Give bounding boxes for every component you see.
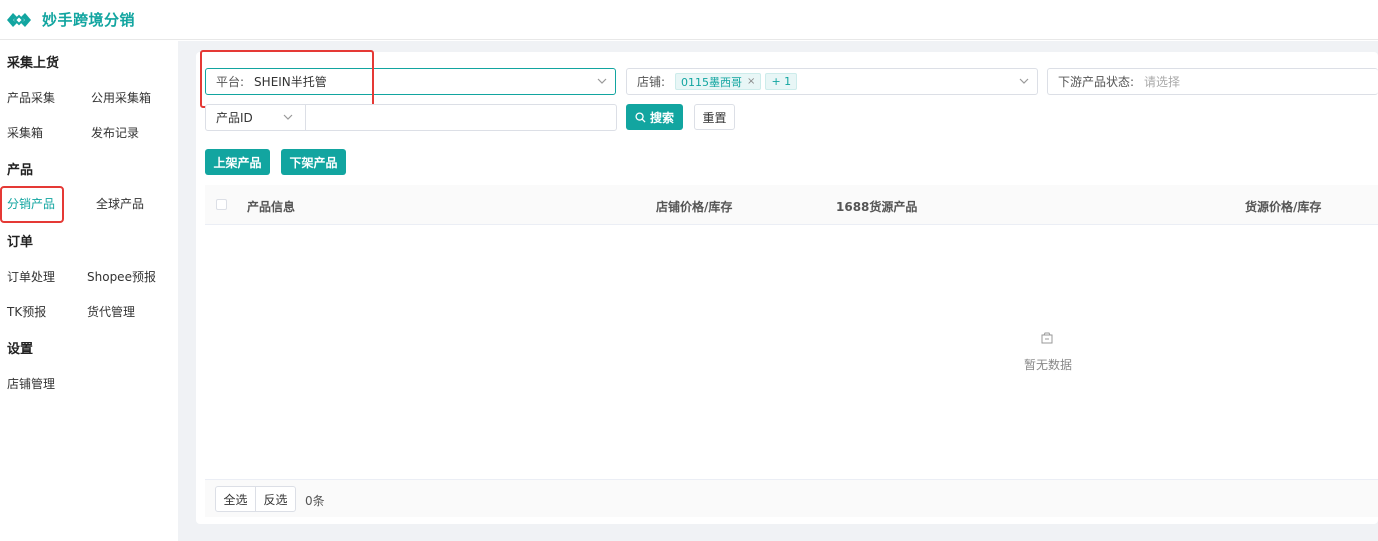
sidebar-item-product-collect[interactable]: 产品采集 xyxy=(7,89,55,106)
sidebar-item-tk-forecast[interactable]: TK预报 xyxy=(7,303,46,320)
store-more-tag: + 1 xyxy=(765,73,798,90)
close-icon[interactable]: × xyxy=(747,76,755,87)
sidebar: 采集上货 产品采集 公用采集箱 采集箱 发布记录 产品 分销产品 全球产品 订单… xyxy=(0,41,178,541)
search-button[interactable]: 搜索 xyxy=(626,104,683,130)
select-all-checkbox[interactable] xyxy=(216,199,227,210)
id-type-value: 产品ID xyxy=(216,111,253,125)
sidebar-item-store-management[interactable]: 店铺管理 xyxy=(7,375,55,392)
sidebar-item-collect-box[interactable]: 采集箱 xyxy=(7,124,43,141)
table-footer: 全选 反选 0条 xyxy=(205,479,1378,517)
delist-products-button[interactable]: 下架产品 xyxy=(281,149,346,175)
reset-button[interactable]: 重置 xyxy=(694,104,735,130)
sidebar-item-public-collect-box[interactable]: 公用采集箱 xyxy=(91,89,151,106)
col-source-price-stock: 货源价格/库存 xyxy=(1245,200,1322,214)
chevron-down-icon xyxy=(597,78,607,84)
list-products-button[interactable]: 上架产品 xyxy=(205,149,270,175)
sidebar-section-product: 产品 xyxy=(7,163,34,178)
search-button-label: 搜索 xyxy=(649,110,674,125)
item-count: 0条 xyxy=(305,494,325,508)
downstream-status-placeholder: 请选择 xyxy=(1144,75,1181,89)
downstream-status-label: 下游产品状态: xyxy=(1058,75,1135,89)
sidebar-item-shopee-forecast[interactable]: Shopee预报 xyxy=(87,268,156,285)
col-1688-source-product: 1688货源产品 xyxy=(836,200,918,214)
store-tag: 0115墨西哥 × xyxy=(675,73,762,90)
store-select[interactable]: 店铺: 0115墨西哥 × + 1 xyxy=(626,68,1038,95)
sidebar-item-forwarder-management[interactable]: 货代管理 xyxy=(87,303,135,320)
downstream-status-select[interactable]: 下游产品状态: 请选择 xyxy=(1047,68,1378,95)
id-type-select[interactable]: 产品ID xyxy=(205,104,306,131)
sidebar-section-collect: 采集上货 xyxy=(7,56,60,71)
sidebar-section-orders: 订单 xyxy=(7,235,34,250)
sidebar-section-settings: 设置 xyxy=(7,342,34,357)
search-icon xyxy=(635,111,646,123)
empty-box-icon xyxy=(1041,332,1053,344)
store-tag-label: 0115墨西哥 xyxy=(681,75,743,89)
chevron-down-icon xyxy=(1019,78,1029,84)
sidebar-item-global-products[interactable]: 全球产品 xyxy=(96,195,144,212)
diamond-link-logo-icon xyxy=(7,12,31,27)
table-header: 产品信息 店铺价格/库存 1688货源产品 货源价格/库存 xyxy=(205,185,1378,225)
col-store-price-stock: 店铺价格/库存 xyxy=(656,200,733,214)
sidebar-item-publish-records[interactable]: 发布记录 xyxy=(91,124,139,141)
sidebar-item-order-processing[interactable]: 订单处理 xyxy=(7,268,55,285)
platform-highlight-box xyxy=(200,50,374,108)
active-item-highlight xyxy=(0,186,64,223)
col-product-info: 产品信息 xyxy=(247,200,296,214)
store-label: 店铺: xyxy=(637,75,666,89)
top-header: 妙手跨境分销 xyxy=(0,0,1378,40)
empty-state-text: 暂无数据 xyxy=(1024,358,1073,372)
invert-selection-button[interactable]: 反选 xyxy=(255,486,296,512)
select-all-button[interactable]: 全选 xyxy=(215,486,256,512)
product-id-input[interactable] xyxy=(305,104,617,131)
app-title: 妙手跨境分销 xyxy=(42,11,136,29)
chevron-down-icon xyxy=(283,114,293,120)
